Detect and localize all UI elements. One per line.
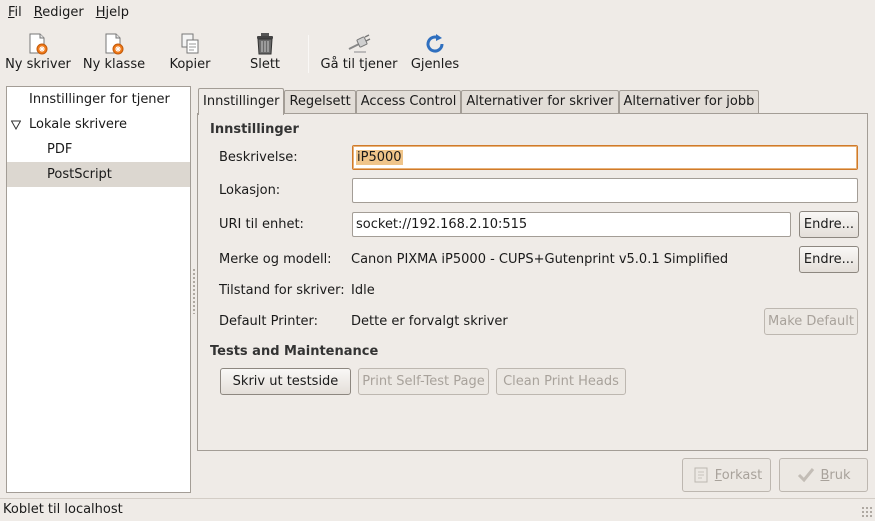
tree-item-local-printers[interactable]: Lokale skrivere	[7, 112, 190, 137]
location-input[interactable]	[352, 178, 858, 203]
uri-input[interactable]: socket://192.168.2.10:515	[352, 212, 791, 237]
refresh-button[interactable]: Gjenles	[403, 25, 467, 75]
menu-edit[interactable]: Rediger	[28, 0, 90, 25]
goto-server-button[interactable]: Gå til tjener	[315, 25, 403, 75]
tree-item-printer[interactable]: PDF	[7, 137, 190, 162]
tab-policies[interactable]: Regelsett	[284, 90, 356, 114]
window-resize-grip[interactable]	[861, 506, 873, 518]
tab-job-options[interactable]: Alternativer for jobb	[618, 90, 760, 114]
tab-access-control[interactable]: Access Control	[355, 90, 462, 114]
print-self-test-button[interactable]: Print Self-Test Page	[358, 368, 489, 395]
tests-section-title: Tests and Maintenance	[210, 344, 379, 359]
description-input[interactable]: iP5000	[352, 145, 858, 170]
description-label: Beskrivelse:	[219, 150, 298, 165]
new-printer-button[interactable]: Ny skriver	[0, 25, 76, 75]
menu-file[interactable]: Fil	[2, 0, 28, 25]
pane-resize-handle[interactable]	[192, 268, 196, 314]
tab-bar: Innstillinger Regelsett Access Control A…	[198, 88, 760, 115]
menu-help[interactable]: Hjelp	[90, 0, 135, 25]
apply-button[interactable]: Bruk	[779, 458, 868, 492]
print-test-page-button[interactable]: Skriv ut testside	[220, 368, 351, 395]
printer-tree: Innstillinger for tjener Lokale skrivere…	[6, 86, 191, 493]
expander-open-icon[interactable]	[11, 120, 21, 130]
toolbar-separator	[308, 35, 309, 73]
change-model-button[interactable]: Endre...	[799, 246, 859, 273]
status-text: Koblet til localhost	[3, 502, 123, 517]
tab-settings[interactable]: Innstillinger	[198, 88, 285, 115]
tree-item-printer[interactable]: PostScript	[7, 162, 190, 187]
new-class-button[interactable]: Ny klasse	[76, 25, 152, 75]
new-printer-icon	[29, 33, 48, 55]
tab-printer-options[interactable]: Alternativer for skriver	[461, 90, 619, 114]
model-value: Canon PIXMA iP5000 - CUPS+Gutenprint v5.…	[351, 252, 729, 267]
connect-icon	[348, 34, 371, 53]
state-value: Idle	[351, 283, 375, 298]
state-label: Tilstand for skriver:	[219, 283, 345, 298]
change-uri-button[interactable]: Endre...	[799, 211, 859, 238]
revert-icon	[694, 467, 708, 483]
toolbar: Ny skriver Ny klasse Kopier Slett Gå til…	[0, 25, 875, 77]
settings-section-title: Innstillinger	[210, 122, 299, 137]
make-default-button[interactable]: Make Default	[764, 308, 858, 335]
delete-button[interactable]: Slett	[228, 25, 302, 75]
clean-print-heads-button[interactable]: Clean Print Heads	[496, 368, 626, 395]
copy-icon	[181, 33, 199, 54]
tree-item-server-settings[interactable]: Innstillinger for tjener	[7, 87, 190, 112]
revert-button[interactable]: Forkast	[682, 458, 771, 492]
uri-label: URI til enhet:	[219, 217, 304, 232]
settings-panel: Innstillinger Beskrivelse: iP5000 Lokasj…	[197, 113, 868, 451]
model-label: Merke og modell:	[219, 252, 332, 267]
location-label: Lokasjon:	[219, 183, 281, 198]
trash-icon	[257, 33, 273, 55]
default-printer-value: Dette er forvalgt skriver	[351, 314, 508, 329]
new-class-icon	[105, 33, 124, 55]
default-printer-label: Default Printer:	[219, 314, 319, 329]
menubar: Fil Rediger Hjelp	[0, 0, 875, 25]
statusbar: Koblet til localhost	[0, 498, 875, 520]
refresh-icon	[426, 34, 444, 53]
checkmark-icon	[798, 468, 815, 483]
copy-button[interactable]: Kopier	[152, 25, 228, 75]
